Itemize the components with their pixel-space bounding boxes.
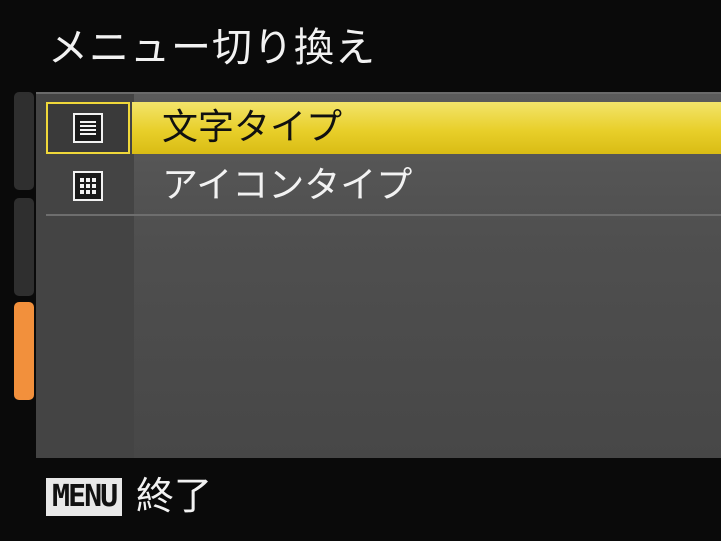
menu-panel: 文字タイプ アイコンタイプ: [36, 92, 721, 458]
page-title: メニュー切り換え: [48, 25, 376, 71]
footer-bar: MENU 終了: [0, 460, 721, 541]
menu-item-text-type[interactable]: 文字タイプ: [46, 102, 721, 154]
side-tabs: [14, 92, 36, 462]
menu-item-icon-type[interactable]: アイコンタイプ: [46, 160, 721, 216]
menu-button[interactable]: MENU: [46, 478, 123, 516]
header-bar: メニュー切り換え: [0, 0, 721, 88]
text-list-icon: [73, 113, 103, 143]
menu-item-label: アイコンタイプ: [162, 165, 413, 206]
side-tab-2[interactable]: [14, 198, 34, 296]
side-tab-3-active[interactable]: [14, 302, 34, 400]
icon-grid-icon: [73, 171, 103, 201]
exit-label: 終了: [136, 474, 213, 518]
menu-item-label: 文字タイプ: [162, 107, 343, 148]
side-tab-1[interactable]: [14, 92, 34, 190]
